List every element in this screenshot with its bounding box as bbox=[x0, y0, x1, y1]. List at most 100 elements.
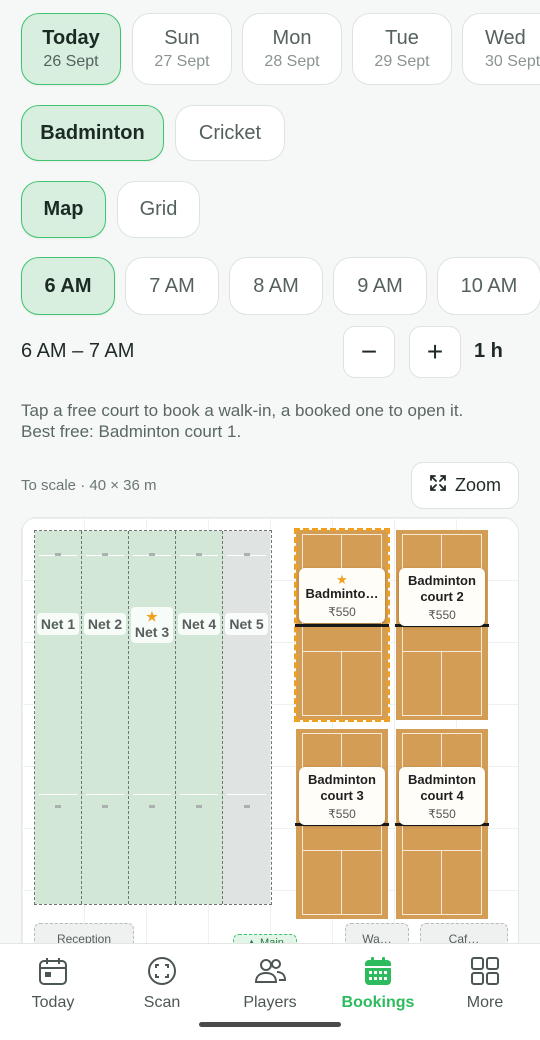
venue-map: Net 1 Net 2 ★ Net 3 Net 4 Net 5 ★ Badmin… bbox=[21, 517, 519, 957]
home-indicator[interactable] bbox=[199, 1022, 341, 1027]
time-selector: 6 AM 7 AM 8 AM 9 AM 10 AM bbox=[0, 250, 540, 322]
time-label: 7 AM bbox=[149, 274, 195, 297]
time-8am[interactable]: 8 AM bbox=[229, 257, 323, 315]
court-line bbox=[402, 914, 482, 915]
tab-label: More bbox=[466, 994, 504, 1011]
hint-line: Tap a free court to book a walk-in, a bo… bbox=[21, 401, 464, 420]
date-day: Mon bbox=[272, 27, 312, 49]
stumps bbox=[149, 553, 155, 556]
stumps bbox=[102, 553, 108, 556]
court-price: ₹550 bbox=[328, 605, 356, 619]
slot-range: 6 AM – 7 AM bbox=[21, 340, 135, 362]
court-card: Badminton court 2 ₹550 bbox=[399, 568, 485, 626]
sport-label: Badminton bbox=[40, 121, 145, 144]
court-name: Badminto… bbox=[305, 586, 379, 601]
time-10am[interactable]: 10 AM bbox=[437, 257, 540, 315]
tab-scan[interactable]: Scan bbox=[117, 954, 207, 1012]
tab-bookings[interactable]: Bookings bbox=[333, 954, 423, 1012]
date-date: 26 Sept bbox=[43, 53, 99, 70]
time-label: 9 AM bbox=[357, 274, 403, 297]
net-5[interactable]: Net 5 bbox=[223, 531, 270, 904]
court-line bbox=[302, 715, 382, 716]
date-today[interactable]: Today 26 Sept bbox=[21, 13, 121, 85]
date-mon[interactable]: Mon 28 Sept bbox=[242, 13, 342, 85]
court-card: Badminton court 3 ₹550 bbox=[299, 767, 385, 825]
court-line bbox=[402, 715, 482, 716]
court-line bbox=[402, 733, 482, 734]
hint-best-court: Best free: Badminton court 1. bbox=[21, 422, 242, 441]
time-label: 8 AM bbox=[253, 274, 299, 297]
tab-label: Today bbox=[31, 994, 75, 1011]
crease-line bbox=[133, 794, 171, 795]
date-day: Wed bbox=[485, 27, 526, 49]
time-label: 10 AM bbox=[460, 274, 518, 297]
court-net bbox=[295, 624, 389, 627]
court-line bbox=[441, 851, 442, 915]
bookings-calendar-icon bbox=[361, 954, 395, 988]
zoom-label: Zoom bbox=[454, 475, 501, 495]
duration-increase-button[interactable]: + bbox=[409, 326, 461, 378]
crease-line bbox=[86, 794, 124, 795]
court-line bbox=[402, 651, 482, 652]
badminton-court-4[interactable]: Badminton court 4 ₹550 bbox=[395, 729, 489, 919]
net-3[interactable]: ★ Net 3 bbox=[129, 531, 176, 904]
sport-label: Cricket bbox=[198, 121, 262, 144]
date-day: Sun bbox=[164, 27, 200, 49]
time-6am[interactable]: 6 AM bbox=[21, 257, 115, 315]
tab-label: Scan bbox=[143, 994, 181, 1011]
court-line bbox=[341, 652, 342, 716]
tab-more[interactable]: More bbox=[440, 954, 530, 1012]
net-label: Net 2 bbox=[84, 613, 126, 635]
sport-cricket[interactable]: Cricket bbox=[175, 105, 285, 161]
time-9am[interactable]: 9 AM bbox=[333, 257, 427, 315]
badminton-court-1[interactable]: ★ Badminto… ₹550 bbox=[294, 528, 390, 722]
sport-badminton[interactable]: Badminton bbox=[21, 105, 164, 161]
star-icon: ★ bbox=[336, 572, 348, 587]
court-name: Badminton bbox=[308, 772, 376, 787]
date-tue[interactable]: Tue 29 Sept bbox=[352, 13, 452, 85]
tab-players[interactable]: Players bbox=[225, 954, 315, 1012]
map-scale: To scale · 40 × 36 m bbox=[21, 477, 157, 494]
court-card: ★ Badminto… ₹550 bbox=[299, 568, 385, 623]
date-wed[interactable]: Wed 30 Sept bbox=[462, 13, 540, 85]
crease-line bbox=[39, 794, 77, 795]
court-price: ₹550 bbox=[428, 807, 456, 821]
court-line bbox=[302, 914, 382, 915]
court-line bbox=[302, 651, 382, 652]
court-line bbox=[441, 652, 442, 716]
court-name: Badminton bbox=[408, 573, 476, 588]
net-4[interactable]: Net 4 bbox=[176, 531, 223, 904]
court-price: ₹550 bbox=[328, 807, 356, 821]
tab-label: Bookings bbox=[341, 994, 415, 1011]
view-label: Map bbox=[43, 198, 84, 220]
zoom-button[interactable]: Zoom bbox=[411, 462, 519, 509]
badminton-court-2[interactable]: Badminton court 2 ₹550 bbox=[395, 530, 489, 720]
time-7am[interactable]: 7 AM bbox=[125, 257, 219, 315]
tab-today[interactable]: Today bbox=[8, 954, 98, 1012]
court-line bbox=[302, 733, 382, 734]
stumps bbox=[196, 805, 202, 808]
court-line bbox=[441, 534, 442, 568]
court-line bbox=[341, 851, 342, 915]
duration-value: 1 h bbox=[474, 340, 503, 362]
net-label: Net 3 bbox=[134, 624, 170, 640]
net-label: Net 4 bbox=[178, 613, 220, 635]
court-line bbox=[402, 850, 482, 851]
court-name: court 4 bbox=[420, 788, 464, 803]
expand-icon bbox=[429, 474, 447, 497]
stumps bbox=[196, 553, 202, 556]
view-grid[interactable]: Grid bbox=[117, 181, 200, 238]
court-name: court 2 bbox=[420, 589, 464, 604]
date-sun[interactable]: Sun 27 Sept bbox=[132, 13, 232, 85]
duration-decrease-button[interactable]: − bbox=[343, 326, 395, 378]
court-price: ₹550 bbox=[428, 608, 456, 622]
date-date: 29 Sept bbox=[374, 53, 430, 70]
stumps bbox=[243, 805, 250, 808]
net-2[interactable]: Net 2 bbox=[82, 531, 129, 904]
view-map[interactable]: Map bbox=[21, 181, 106, 238]
court-line bbox=[302, 534, 382, 535]
time-label: 6 AM bbox=[44, 274, 92, 297]
scan-icon bbox=[145, 954, 179, 988]
net-1[interactable]: Net 1 bbox=[35, 531, 82, 904]
badminton-court-3[interactable]: Badminton court 3 ₹550 bbox=[295, 729, 389, 919]
